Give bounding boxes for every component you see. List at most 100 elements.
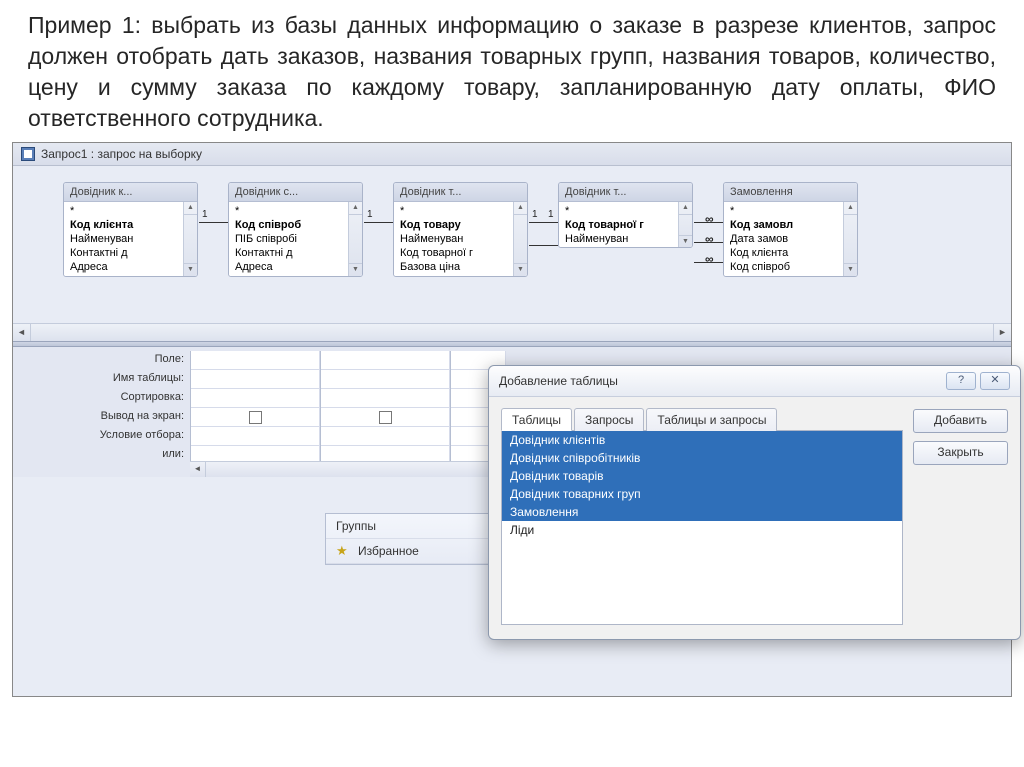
grid-cell[interactable] [321,389,450,408]
grid-show-checkbox[interactable] [321,408,450,427]
table-product-groups[interactable]: Довідник т... * Код товарної г Найменува… [558,182,693,248]
table-scrollbar[interactable] [678,202,692,248]
list-item[interactable]: Замовлення [502,503,902,521]
grid-cell[interactable] [321,370,450,389]
field-all[interactable]: * [64,204,197,218]
grid-cell[interactable] [191,427,320,446]
grid-hscrollbar[interactable]: ◄ ► [190,461,507,477]
dialog-titlebar[interactable]: Добавление таблицы ? ✕ [489,366,1020,397]
window-titlebar: Запрос1 : запрос на выборку [13,143,1011,166]
nav-groups[interactable]: Группы [326,514,494,539]
tables-diagram-pane[interactable]: Довідник к... * Код клієнта Найменуван К… [13,166,1011,341]
diagram-canvas: Довідник к... * Код клієнта Найменуван К… [43,182,1003,322]
scroll-left-icon[interactable]: ◄ [190,462,206,477]
list-item[interactable]: Ліди [502,521,902,539]
tab-queries[interactable]: Запросы [574,408,644,431]
field-all[interactable]: * [559,204,692,218]
relation-one: 1 [367,209,373,220]
nav-favorites-label: Избранное [358,544,419,558]
table-scrollbar[interactable] [513,202,527,276]
field[interactable]: Базова ціна [394,260,527,274]
relation-line [364,222,393,223]
field[interactable]: Контактні д [64,246,197,260]
field[interactable]: ПІБ співробі [229,232,362,246]
relation-one: 1 [548,209,554,220]
field[interactable]: Найменуван [394,232,527,246]
table-orders[interactable]: Замовлення * Код замовл Дата замов Код к… [723,182,858,277]
list-item[interactable]: Довідник клієнтів [502,431,902,449]
field[interactable]: Адреса [64,260,197,274]
field[interactable]: Код співроб [724,260,857,274]
query-icon [21,147,35,161]
nav-groups-label: Группы [336,519,376,533]
field[interactable]: Код клієнта [724,246,857,260]
dialog-close-button[interactable]: ✕ [980,372,1010,390]
nav-pane-fragment: Группы ★ Избранное [325,513,495,565]
dialog-help-button[interactable]: ? [946,372,976,390]
grid-cell[interactable] [191,389,320,408]
field-all[interactable]: * [394,204,527,218]
list-item[interactable]: Довідник товарів [502,467,902,485]
table-title: Довідник с... [229,183,362,202]
list-item[interactable]: Довідник співробітників [502,449,902,467]
tables-listbox[interactable]: Довідник клієнтів Довідник співробітникі… [501,430,903,625]
grid-cell[interactable] [321,427,450,446]
table-products[interactable]: Довідник т... * Код товару Найменуван Ко… [393,182,528,277]
field-all[interactable]: * [724,204,857,218]
query-design-window: Запрос1 : запрос на выборку Довідник к..… [13,143,1011,696]
grid-columns [190,347,510,477]
grid-row-labels: Поле: Имя таблицы: Сортировка: Вывод на … [13,347,190,477]
table-employees[interactable]: Довідник с... * Код співроб ПІБ співробі… [228,182,363,277]
grid-column[interactable] [320,351,450,477]
grid-show-checkbox[interactable] [191,408,320,427]
table-title: Довідник к... [64,183,197,202]
tab-tables[interactable]: Таблицы [501,408,572,431]
scroll-left-icon[interactable]: ◄ [13,324,31,341]
list-item[interactable]: Довідник товарних груп [502,485,902,503]
table-scrollbar[interactable] [183,202,197,276]
example-description: Пример 1: выбрать из базы данных информа… [0,0,1024,142]
table-title: Довідник т... [394,183,527,202]
field[interactable]: Дата замов [724,232,857,246]
add-table-dialog[interactable]: Добавление таблицы ? ✕ Таблицы Запросы Т… [488,365,1021,640]
field-all[interactable]: * [229,204,362,218]
field[interactable]: Код товарної г [394,246,527,260]
grid-cell[interactable] [191,351,320,370]
star-icon: ★ [336,544,350,558]
screenshot-frame: Запрос1 : запрос на выборку Довідник к..… [12,142,1012,697]
relation-line [199,222,228,223]
field[interactable]: Код співроб [229,218,362,232]
add-button[interactable]: Добавить [913,409,1008,433]
table-title: Замовлення [724,183,857,202]
relation-one: 1 [202,209,208,220]
diagram-hscrollbar[interactable]: ◄ ► [13,323,1011,341]
scroll-right-icon[interactable]: ► [993,324,1011,341]
field[interactable]: Код замовл [724,218,857,232]
tab-both[interactable]: Таблицы и запросы [646,408,777,431]
grid-column[interactable] [190,351,320,477]
relation-one: 1 [532,209,538,220]
grid-label-criteria: Условие отбора: [13,427,190,446]
dialog-tabs: Таблицы Запросы Таблицы и запросы [501,407,903,430]
grid-label-field: Поле: [13,351,190,370]
table-scrollbar[interactable] [348,202,362,276]
table-scrollbar[interactable] [843,202,857,276]
field[interactable]: Найменуван [64,232,197,246]
grid-cell[interactable] [321,351,450,370]
field[interactable]: Контактні д [229,246,362,260]
grid-label-table: Имя таблицы: [13,370,190,389]
field[interactable]: Код товару [394,218,527,232]
field[interactable]: Адреса [229,260,362,274]
field[interactable]: Код товарної г [559,218,692,232]
relation-many: ∞ [705,212,712,226]
nav-favorites[interactable]: ★ Избранное [326,539,494,564]
table-title: Довідник т... [559,183,692,202]
grid-label-show: Вывод на экран: [13,408,190,427]
dialog-body: Таблицы Запросы Таблицы и запросы Довідн… [489,397,1020,639]
relation-many: ∞ [705,252,712,266]
field[interactable]: Найменуван [559,232,692,246]
field[interactable]: Код клієнта [64,218,197,232]
close-button[interactable]: Закрыть [913,441,1008,465]
grid-cell[interactable] [191,370,320,389]
table-clients[interactable]: Довідник к... * Код клієнта Найменуван К… [63,182,198,277]
